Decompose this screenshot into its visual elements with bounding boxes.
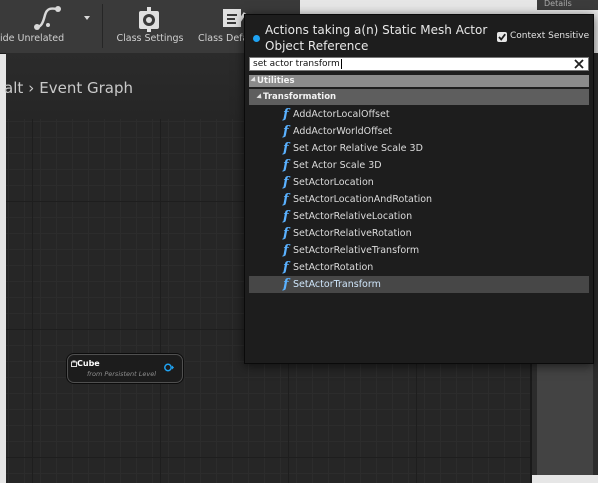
menu-title-line-1: Actions taking a(n) Static Mesh Actor — [265, 23, 488, 37]
chevron-right-icon: › — [28, 79, 35, 97]
clear-search-icon[interactable] — [574, 59, 584, 69]
editor-window: ide Unrelated Class Settings Class Defa … — [0, 0, 598, 483]
function-icon: f — [283, 158, 289, 173]
menu-title-line-2: Object Reference — [265, 39, 369, 53]
details-tab-label: Details — [544, 0, 572, 8]
function-icon: f — [283, 124, 289, 139]
hide-unrelated-label: ide Unrelated — [0, 33, 65, 44]
breadcrumb-previous[interactable]: alt — [4, 79, 23, 97]
action-item[interactable]: f Set Actor Scale 3D — [249, 157, 589, 174]
category-transformation[interactable]: Transformation — [249, 89, 589, 105]
action-item[interactable]: f SetActorRotation — [249, 259, 589, 276]
cube-reference-node[interactable]: Cube from Persistent Level — [67, 354, 183, 383]
action-item-label: SetActorRotation — [293, 262, 374, 273]
text-caret — [341, 59, 342, 69]
action-item[interactable]: f AddActorWorldOffset — [249, 123, 589, 140]
context-sensitive-checkbox[interactable] — [497, 32, 507, 42]
function-icon: f — [283, 277, 289, 292]
action-item[interactable]: f SetActorRelativeTransform — [249, 242, 589, 259]
function-icon: f — [283, 260, 289, 275]
panel-footer — [532, 475, 598, 483]
node-title: Cube — [77, 359, 100, 368]
object-reference-pin-icon — [253, 35, 260, 42]
function-icon: f — [283, 192, 289, 207]
action-item-label: SetActorLocation — [293, 177, 374, 188]
action-item[interactable]: f SetActorLocationAndRotation — [249, 191, 589, 208]
class-settings-button[interactable]: Class Settings — [110, 0, 190, 52]
action-item-label: Set Actor Relative Scale 3D — [293, 143, 423, 154]
action-item[interactable]: f SetActorRelativeRotation — [249, 225, 589, 242]
gear-icon — [139, 7, 159, 32]
function-icon: f — [283, 107, 289, 122]
breadcrumb-current: Event Graph — [39, 79, 133, 97]
search-input-text[interactable]: set actor transform — [253, 58, 340, 70]
action-item-label: SetActorRelativeLocation — [293, 211, 413, 222]
action-item-label: SetActorRelativeTransform — [293, 245, 420, 256]
action-item[interactable]: f Set Actor Relative Scale 3D — [249, 140, 589, 157]
category-label: Utilities — [257, 76, 295, 86]
action-item[interactable]: f SetActorRelativeLocation — [249, 208, 589, 225]
function-icon: f — [283, 141, 289, 156]
class-defaults-label: Class Defa — [198, 33, 248, 44]
function-icon: f — [283, 226, 289, 241]
action-item-label: SetActorLocationAndRotation — [293, 194, 433, 205]
toolbar-separator — [102, 4, 103, 48]
action-item[interactable]: f AddActorLocalOffset — [249, 106, 589, 123]
action-item[interactable]: f SetActorLocation — [249, 174, 589, 191]
category-label: Transformation — [263, 92, 337, 102]
action-item-label: AddActorLocalOffset — [293, 109, 390, 120]
function-icon: f — [283, 175, 289, 190]
class-settings-label: Class Settings — [116, 33, 184, 44]
action-item-label: SetActorRelativeRotation — [293, 228, 412, 239]
action-item-label: AddActorWorldOffset — [293, 126, 393, 137]
action-item-label: Set Actor Scale 3D — [293, 160, 382, 171]
class-defaults-button[interactable]: Class Defa — [196, 0, 248, 52]
dropdown-arrow-icon[interactable] — [84, 16, 90, 20]
action-menu-popup: Actions taking a(n) Static Mesh Actor Ob… — [244, 14, 594, 364]
output-pin-icon[interactable] — [164, 363, 174, 372]
hide-unrelated-icon — [34, 6, 61, 30]
checkmark-icon — [498, 33, 506, 41]
action-search-input[interactable]: set actor transform — [249, 57, 589, 71]
action-item[interactable]: f SetActorTransform — [249, 276, 589, 293]
category-utilities[interactable]: Utilities — [249, 75, 589, 87]
node-subtitle: from Persistent Level — [87, 370, 157, 378]
hide-unrelated-button[interactable]: ide Unrelated — [0, 0, 96, 52]
details-tab[interactable]: Details — [537, 0, 598, 10]
context-sensitive-label[interactable]: Context Sensitive — [510, 31, 589, 41]
function-icon: f — [283, 209, 289, 224]
breadcrumb: alt › Event Graph — [4, 79, 133, 97]
function-icon: f — [283, 243, 289, 258]
action-item-label: SetActorTransform — [293, 279, 381, 290]
